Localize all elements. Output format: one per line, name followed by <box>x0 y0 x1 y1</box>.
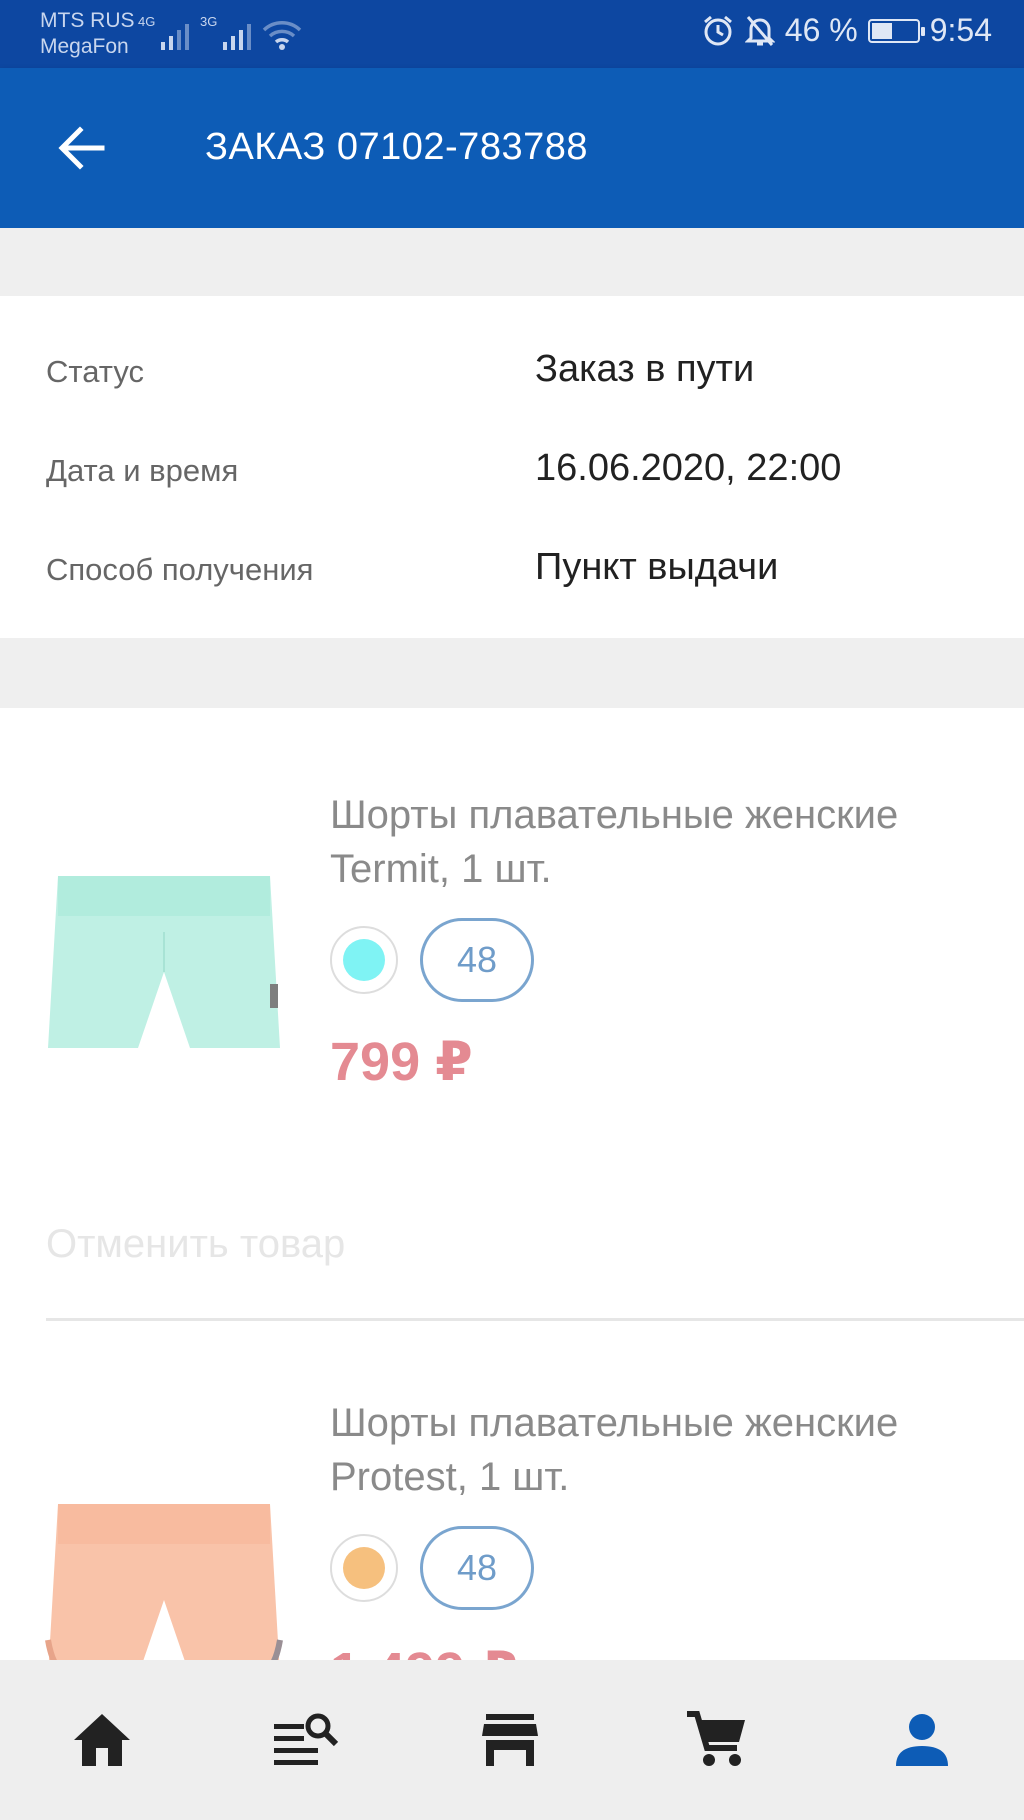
signal-icon: 3G <box>200 14 252 50</box>
network-type-2: 3G <box>200 14 218 29</box>
signal-icon: 4G <box>138 14 190 50</box>
alarm-icon <box>703 15 732 45</box>
info-row-datetime: Дата и время 16.06.2020, 22:00 <box>46 435 1006 495</box>
product-price: 799 ₽ <box>330 1032 473 1092</box>
battery-percent: 46 % <box>784 12 858 48</box>
color-swatch <box>330 1534 398 1602</box>
status-right: 46 % 9:54 <box>701 12 992 49</box>
info-label: Дата и время <box>46 453 239 488</box>
home-icon <box>74 1714 130 1766</box>
info-row-status: Статус Заказ в пути <box>46 336 1006 396</box>
page-title: ЗАКАЗ 07102-783788 <box>205 126 588 168</box>
arrow-back-icon <box>58 126 105 170</box>
section-divider <box>0 228 1024 296</box>
info-label: Способ получения <box>46 552 314 587</box>
size-badge: 48 <box>420 918 534 1002</box>
nav-store[interactable] <box>470 1700 550 1780</box>
status-bar: MTS RUS MegaFon 4G 3G 46 % 9:54 <box>0 0 1024 68</box>
profile-icon <box>896 1714 948 1766</box>
info-value: Заказ в пути <box>535 348 755 390</box>
cancel-item-button[interactable]: Отменить товар <box>46 1222 345 1267</box>
carrier-info: MTS RUS MegaFon <box>40 8 135 60</box>
back-button[interactable] <box>52 120 112 176</box>
nav-catalog-search[interactable] <box>266 1700 346 1780</box>
order-info-card: Статус Заказ в пути Дата и время 16.06.2… <box>0 296 1024 638</box>
order-item: Шорты плавательные женские Protest, 1 шт… <box>0 1320 1024 1702</box>
product-name[interactable]: Шорты плавательные женские Termit, 1 шт. <box>330 788 990 896</box>
clock: 9:54 <box>929 12 992 48</box>
mute-icon <box>744 15 775 46</box>
nav-home[interactable] <box>62 1700 142 1780</box>
app-bar: ЗАКАЗ 07102-783788 <box>0 68 1024 228</box>
cart-icon <box>687 1711 745 1766</box>
color-swatch <box>330 926 398 994</box>
nav-cart[interactable] <box>676 1700 756 1780</box>
carrier-name-2: MegaFon <box>40 35 129 58</box>
bottom-navigation <box>0 1660 1024 1820</box>
network-type-1: 4G <box>138 14 156 29</box>
nav-profile[interactable] <box>882 1700 962 1780</box>
store-icon <box>482 1714 538 1766</box>
order-item: Шорты плавательные женские Termit, 1 шт.… <box>0 708 1024 1321</box>
info-row-delivery: Способ получения Пункт выдачи <box>46 534 1006 594</box>
size-badge: 48 <box>420 1526 534 1610</box>
battery-icon <box>867 18 925 43</box>
wifi-icon <box>262 21 302 50</box>
info-value: Пункт выдачи <box>535 546 779 588</box>
catalog-search-icon <box>274 1713 339 1765</box>
info-value: 16.06.2020, 22:00 <box>535 447 842 489</box>
section-divider <box>0 638 1024 708</box>
product-name[interactable]: Шорты плавательные женские Protest, 1 шт… <box>330 1396 990 1504</box>
carrier-name-1: MTS RUS <box>40 9 135 32</box>
product-image[interactable] <box>44 862 284 1062</box>
info-label: Статус <box>46 354 144 389</box>
